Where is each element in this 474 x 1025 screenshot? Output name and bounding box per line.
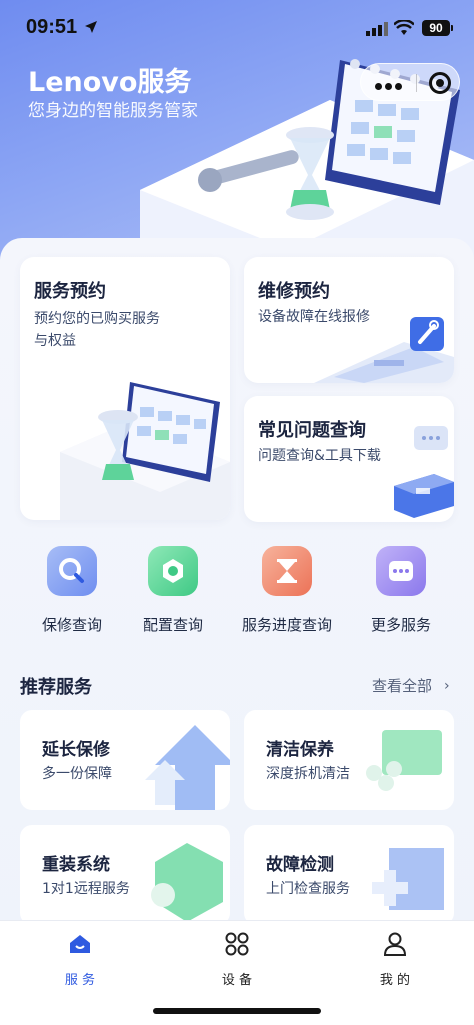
more-icon [376, 546, 426, 596]
tab-service[interactable]: 服 务 [20, 931, 140, 988]
capsule-divider [416, 74, 417, 92]
quick-label: 配置查询 [142, 616, 203, 634]
brand-subtitle: 您身边的智能服务管家 [28, 101, 198, 121]
rec-desc: 深度拆机清洁 [266, 766, 350, 782]
toolbox-chat-illustration [394, 426, 454, 518]
close-target-icon[interactable] [429, 72, 451, 94]
tab-profile[interactable]: 我 的 [335, 931, 455, 988]
tab-label: 我 的 [379, 973, 411, 988]
calendar-illustration [60, 382, 230, 520]
search-icon [47, 546, 97, 596]
tab-label: 设 备 [221, 973, 253, 988]
rec-title: 重装系统 [42, 855, 110, 875]
status-time: 09:51 [26, 16, 78, 38]
rec-desc: 1对1远程服务 [42, 881, 130, 897]
card-desc-line2: 与权益 [34, 333, 76, 349]
rec-fault-detection[interactable]: 故障检测 上门检查服务 [244, 825, 454, 925]
battery-indicator: 90 [422, 20, 450, 36]
devices-icon [225, 932, 249, 956]
miniapp-capsule [360, 63, 460, 101]
quick-config-check[interactable]: 配置查询 [114, 546, 232, 635]
status-bar: 09:51 90 [0, 0, 474, 56]
battery-tip [451, 25, 453, 31]
medical-box-icon [372, 848, 444, 910]
gear-icon [148, 546, 198, 596]
rec-title: 故障检测 [266, 855, 334, 875]
quick-service-progress[interactable]: 服务进度查询 [228, 546, 346, 635]
tab-label: 服 务 [64, 973, 96, 988]
tab-devices[interactable]: 设 备 [177, 931, 297, 988]
card-desc-line1: 预约您的已购买服务 [34, 311, 160, 327]
hexagon-gear-icon [151, 843, 223, 922]
recommended-title: 推荐服务 [20, 677, 92, 698]
service-booking-card[interactable]: 服务预约 预约您的已购买服务 与权益 [20, 257, 230, 520]
rec-desc: 上门检查服务 [266, 881, 350, 897]
signal-icon [366, 22, 388, 36]
rec-extended-warranty[interactable]: 延长保修 多一份保障 [20, 710, 230, 810]
home-icon [70, 935, 90, 953]
rec-cleaning[interactable]: 清洁保养 深度拆机清洁 [244, 710, 454, 810]
laptop-wrench-illustration [314, 317, 454, 383]
quick-label: 服务进度查询 [241, 616, 332, 634]
rec-title: 延长保修 [42, 740, 110, 760]
location-arrow-icon [85, 21, 97, 33]
rec-desc: 多一份保障 [42, 766, 112, 782]
card-desc: 问题查询&工具下载 [258, 448, 381, 464]
arrow-up-icon [145, 725, 230, 810]
quick-label: 更多服务 [370, 616, 431, 634]
faq-card[interactable]: 常见问题查询 问题查询&工具下载 [244, 396, 454, 522]
more-dots-icon[interactable] [375, 75, 411, 90]
card-title: 维修预约 [258, 281, 330, 302]
rec-reinstall-system[interactable]: 重装系统 1对1远程服务 [20, 825, 230, 925]
profile-icon [383, 932, 407, 956]
home-indicator [153, 1008, 321, 1014]
chevron-right-icon[interactable]: › [444, 678, 450, 694]
rec-title: 清洁保养 [266, 740, 334, 760]
fan-icon [366, 730, 442, 791]
repair-booking-card[interactable]: 维修预约 设备故障在线报修 [244, 257, 454, 383]
view-all-link[interactable]: 查看全部 [372, 675, 432, 696]
quick-more-services[interactable]: 更多服务 [342, 546, 460, 635]
card-title: 常见问题查询 [258, 420, 366, 441]
card-title: 服务预约 [34, 281, 106, 302]
hourglass-icon [262, 546, 312, 596]
brand-title: Lenovo服务 [28, 67, 192, 98]
wifi-icon [394, 20, 414, 35]
